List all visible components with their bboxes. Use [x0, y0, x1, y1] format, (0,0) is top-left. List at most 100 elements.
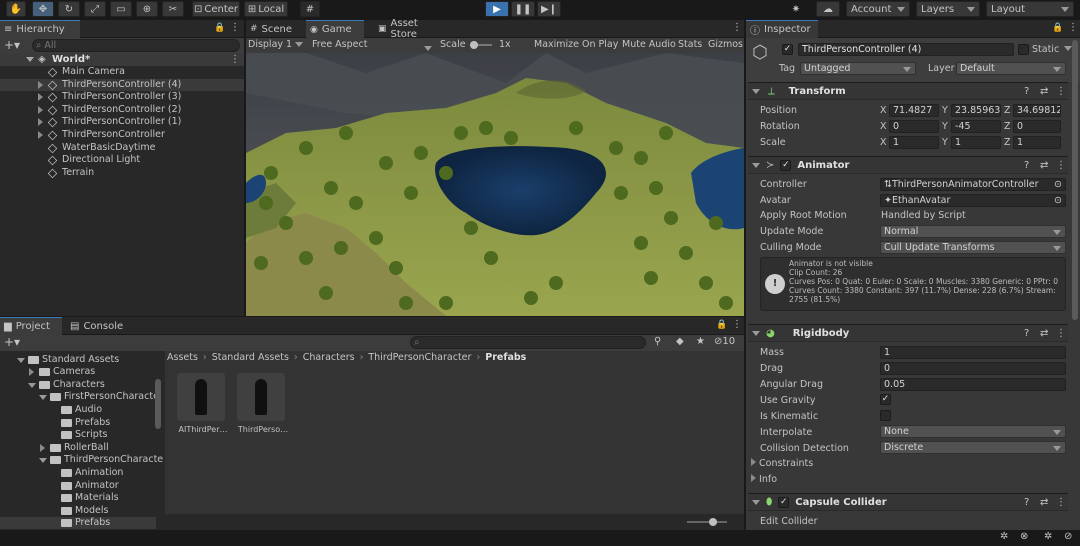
- rotation-y-field[interactable]: -45: [951, 120, 1001, 133]
- preset-icon[interactable]: ⇄: [1040, 497, 1048, 508]
- hierarchy-item[interactable]: ThirdPersonController: [0, 129, 244, 141]
- transform-header[interactable]: ⟂ Transform ? ⇄ ⋮: [748, 82, 1068, 100]
- project-tree-item[interactable]: ThirdPersonCharacte: [0, 454, 163, 466]
- scene-row[interactable]: ◈ World* ⋮: [0, 54, 244, 66]
- kebab-menu-icon[interactable]: ⋮: [1056, 328, 1066, 339]
- game-viewport[interactable]: [246, 53, 744, 316]
- add-button[interactable]: +▾: [4, 38, 20, 52]
- breadcrumb-item[interactable]: Characters: [303, 352, 355, 363]
- project-tree-item[interactable]: Animator: [0, 480, 156, 492]
- chevron-down-icon[interactable]: [39, 395, 47, 401]
- lock-icon[interactable]: 🔒: [716, 320, 727, 330]
- help-icon[interactable]: ?: [1024, 497, 1029, 508]
- transform-tool-button[interactable]: ⊕: [136, 1, 158, 17]
- preset-icon[interactable]: ⇄: [1040, 86, 1048, 97]
- project-tree-item[interactable]: Models: [0, 505, 156, 517]
- target-icon[interactable]: ⊙: [1054, 195, 1062, 206]
- preset-icon[interactable]: ⇄: [1040, 328, 1048, 339]
- use-gravity-checkbox[interactable]: ✓: [880, 394, 891, 405]
- collab-button[interactable]: ✷: [786, 1, 806, 17]
- favorite-icon[interactable]: ★: [696, 336, 705, 347]
- slider-thumb[interactable]: [709, 518, 717, 526]
- kebab-menu-icon[interactable]: ⋮: [230, 54, 240, 65]
- preset-icon[interactable]: ⇄: [1040, 160, 1048, 171]
- account-dropdown[interactable]: Account: [846, 1, 910, 17]
- game-option-mute-audio[interactable]: Mute Audio: [622, 39, 676, 50]
- chevron-down-icon[interactable]: [17, 357, 25, 363]
- is-kinematic-checkbox[interactable]: [880, 410, 891, 421]
- pause-button[interactable]: ❚❚: [511, 1, 535, 17]
- project-tree-item[interactable]: RollerBall: [0, 442, 156, 454]
- target-icon[interactable]: ⊙: [1054, 179, 1062, 190]
- capsule-collider-header[interactable]: ⬮ ✓ Capsule Collider ? ⇄ ⋮: [748, 493, 1068, 511]
- help-icon[interactable]: ?: [1024, 160, 1029, 171]
- culling-mode-dropdown[interactable]: Cull Update Transforms: [880, 241, 1066, 254]
- game-option-gizmos[interactable]: Gizmos: [708, 39, 743, 50]
- kebab-menu-icon[interactable]: ⋮: [732, 319, 742, 330]
- tab-game[interactable]: ◉ Game: [306, 20, 364, 38]
- edit-collider-label[interactable]: Edit Collider: [760, 516, 818, 527]
- filter-type-icon[interactable]: ⚲: [654, 336, 661, 347]
- asset-item[interactable]: ThirdPerso…: [237, 373, 289, 443]
- interpolate-dropdown[interactable]: None: [880, 425, 1066, 438]
- project-tree-item[interactable]: Animation: [0, 467, 156, 479]
- tab-project[interactable]: ▆ Project: [0, 317, 62, 335]
- kebab-menu-icon[interactable]: ⋮: [1056, 86, 1066, 97]
- label-icon[interactable]: ◆: [676, 336, 684, 347]
- capsule-enabled-checkbox[interactable]: ✓: [778, 496, 790, 508]
- position-z-field[interactable]: 34.69812: [1013, 104, 1061, 117]
- scale-tool-button[interactable]: ⤢: [84, 1, 106, 17]
- custom-tool-button[interactable]: ✂: [162, 1, 184, 17]
- game-option-stats[interactable]: Stats: [678, 39, 702, 50]
- hierarchy-item[interactable]: Directional Light: [0, 154, 244, 166]
- grid-snap-button[interactable]: #: [300, 1, 320, 17]
- info-foldout[interactable]: Info: [751, 474, 777, 485]
- step-button[interactable]: ▶❙: [537, 1, 561, 17]
- slider-thumb[interactable]: [470, 41, 478, 49]
- hierarchy-item[interactable]: ThirdPersonController (2): [0, 104, 244, 116]
- create-button[interactable]: +▾: [4, 335, 20, 349]
- avatar-field[interactable]: ✦EthanAvatar ⊙: [880, 194, 1066, 207]
- aspect-dropdown[interactable]: Free Aspect: [312, 39, 432, 50]
- cache-server-icon[interactable]: ⊘: [1064, 531, 1072, 542]
- hidden-packages-icon[interactable]: ⊘10: [714, 336, 735, 347]
- controller-field[interactable]: ⇅ThirdPersonAnimatorController ⊙: [880, 178, 1066, 191]
- breadcrumb-item[interactable]: Standard Assets: [212, 352, 289, 363]
- active-checkbox[interactable]: ✓: [782, 44, 793, 55]
- rotation-z-field[interactable]: 0: [1013, 120, 1061, 133]
- pivot-space-button[interactable]: ⊞ Local: [244, 1, 288, 17]
- kebab-menu-icon[interactable]: ⋮: [1056, 497, 1066, 508]
- auto-generate-lighting-icon[interactable]: ✲: [1044, 531, 1052, 542]
- kebab-menu-icon[interactable]: ⋮: [732, 22, 742, 33]
- project-tree-item[interactable]: Characters: [0, 379, 156, 391]
- update-mode-dropdown[interactable]: Normal: [880, 225, 1066, 238]
- project-tree-item[interactable]: Audio: [0, 404, 156, 416]
- pivot-mode-button[interactable]: ⊡ Center: [192, 1, 240, 17]
- layers-dropdown[interactable]: Layers: [916, 1, 980, 17]
- chevron-right-icon[interactable]: [38, 105, 43, 114]
- tag-dropdown[interactable]: Untagged: [800, 62, 916, 75]
- drag-field[interactable]: 0: [880, 362, 1066, 375]
- hierarchy-item[interactable]: ThirdPersonController (4): [0, 78, 244, 91]
- tab-hierarchy[interactable]: ≡ Hierarchy: [0, 20, 80, 38]
- rotation-x-field[interactable]: 0: [889, 120, 939, 133]
- display-dropdown[interactable]: Display 1: [248, 39, 304, 50]
- project-tree-item[interactable]: Materials: [0, 492, 156, 504]
- lock-icon[interactable]: 🔒: [214, 23, 225, 33]
- cloud-button[interactable]: ☁: [816, 1, 840, 17]
- chevron-down-icon[interactable]: [39, 458, 47, 464]
- bug-icon[interactable]: ✲: [1000, 531, 1008, 542]
- constraints-foldout[interactable]: Constraints: [751, 458, 813, 469]
- breadcrumb-item[interactable]: ThirdPersonCharacter: [368, 352, 471, 363]
- position-y-field[interactable]: 23.85963: [951, 104, 1001, 117]
- breadcrumb-item[interactable]: Prefabs: [485, 352, 526, 363]
- object-name-field[interactable]: ThirdPersonController (4): [798, 43, 1014, 56]
- project-tree-item[interactable]: Scripts: [0, 429, 156, 441]
- game-option-maximize-on-play[interactable]: Maximize On Play: [534, 39, 618, 50]
- inspector-scrollbar[interactable]: [1072, 40, 1078, 320]
- kebab-menu-icon[interactable]: ⋮: [230, 22, 240, 33]
- breadcrumb-item[interactable]: Assets: [167, 352, 198, 363]
- project-tree-item[interactable]: Standard Assets: [0, 354, 156, 366]
- rect-tool-button[interactable]: ▭: [110, 1, 132, 17]
- layer-dropdown[interactable]: Default: [956, 62, 1066, 75]
